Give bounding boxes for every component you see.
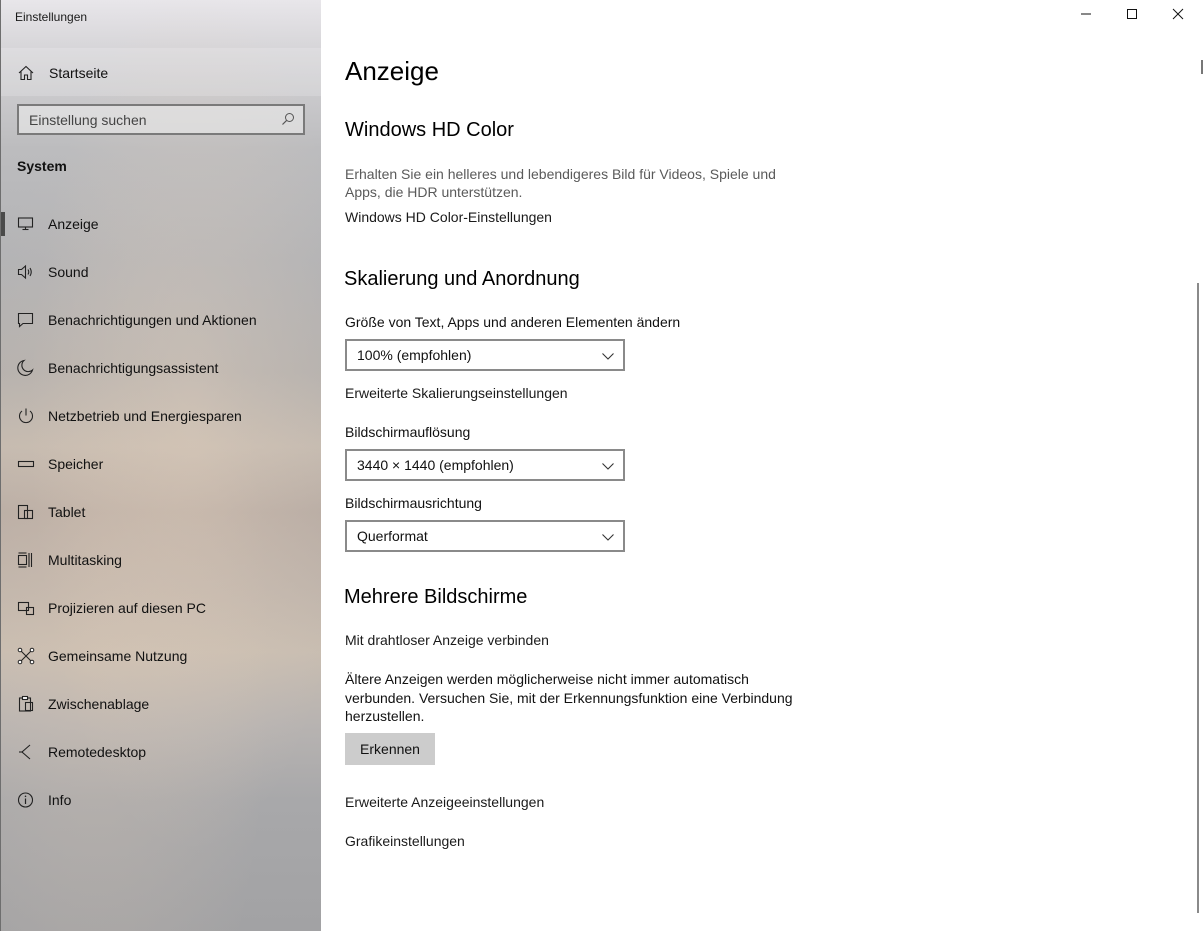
sidebar-item-label: Anzeige [48,216,99,232]
sidebar-item-speicher[interactable]: Speicher [0,440,321,488]
sidebar-item-label: Multitasking [48,552,122,568]
section-label: System [17,158,67,174]
active-indicator [0,212,5,236]
project-icon [17,599,35,617]
chevron-down-icon [601,349,615,367]
sidebar-item-multitasking[interactable]: Multitasking [0,536,321,584]
sidebar-item-label: Projizieren auf diesen PC [48,600,206,616]
page-title: Anzeige [345,56,439,86]
sidebar-item-netzbetrieb[interactable]: Netzbetrieb und Energiesparen [0,392,321,440]
chevron-down-icon [601,530,615,548]
orientation-dropdown[interactable]: Querformat [345,520,625,552]
speaker-icon [17,263,35,281]
resolution-dropdown[interactable]: 3440 × 1440 (empfohlen) [345,449,625,481]
storage-icon [17,455,35,473]
size-label: Größe von Text, Apps und anderen Element… [345,314,681,330]
sidebar: Einstellungen Startseite System Anzeige … [0,0,321,931]
sidebar-item-label: Tablet [48,504,86,520]
close-button[interactable] [1155,0,1201,32]
close-icon [1172,7,1184,25]
orientation-value: Querformat [357,528,428,544]
moon-icon [17,359,35,377]
sidebar-item-label: Gemeinsame Nutzung [48,648,188,664]
sidebar-item-label: Remotedesktop [48,744,147,760]
notification-icon [17,311,35,329]
hdr-heading: Windows HD Color [345,119,514,141]
power-icon [17,407,35,425]
search-icon[interactable] [281,112,295,131]
sidebar-item-benachrichtigungen[interactable]: Benachrichtigungen und Aktionen [0,296,321,344]
resolution-value: 3440 × 1440 (empfohlen) [357,457,514,473]
sidebar-item-label: Speicher [48,456,104,472]
sidebar-item-label: Zwischenablage [48,696,150,712]
detect-note: Ältere Anzeigen werden möglicherweise ni… [345,671,793,724]
search-box[interactable] [17,104,305,135]
sidebar-item-projizieren[interactable]: Projizieren auf diesen PC [0,584,321,632]
advanced-display-link[interactable]: Erweiterte Anzeigeeinstellungen [345,794,544,810]
remote-desktop-icon [17,743,35,761]
detect-button[interactable]: Erkennen [345,733,435,765]
sidebar-item-gemeinsame-nutzung[interactable]: Gemeinsame Nutzung [0,632,321,680]
window-title: Einstellungen [15,10,88,24]
minimize-button[interactable] [1063,0,1109,32]
home-label: Startseite [49,65,109,81]
info-icon [17,791,35,809]
sidebar-item-zwischenablage[interactable]: Zwischenablage [0,680,321,728]
sidebar-item-label: Netzbetrieb und Energiesparen [48,408,242,424]
home-icon [18,65,34,86]
monitor-icon [17,215,35,233]
tablet-icon [17,503,35,521]
sidebar-item-remotedesktop[interactable]: Remotedesktop [0,728,321,776]
sidebar-item-benachrichtigungsassistent[interactable]: Benachrichtigungsassistent [0,344,321,392]
graphics-settings-link[interactable]: Grafikeinstellungen [345,833,465,849]
hdr-description: Erhalten Sie ein helleres und lebendiger… [345,166,776,200]
hdr-settings-link[interactable]: Windows HD Color-Einstellungen [345,209,552,225]
sidebar-item-label: Benachrichtigungsassistent [48,360,219,376]
multitasking-icon [17,551,35,569]
home-button[interactable]: Startseite [0,48,321,96]
advanced-scaling-link[interactable]: Erweiterte Skalierungseinstellungen [345,385,568,401]
sidebar-item-label: Sound [48,264,89,280]
share-icon [17,647,35,665]
sidebar-item-tablet[interactable]: Tablet [0,488,321,536]
sidebar-item-anzeige[interactable]: Anzeige [0,200,321,248]
sidebar-item-info[interactable]: Info [0,776,321,824]
maximize-icon [1126,7,1138,25]
chevron-down-icon [601,459,615,477]
wireless-display-link[interactable]: Mit drahtloser Anzeige verbinden [345,632,549,648]
minimize-icon [1080,7,1092,25]
scrollbar[interactable] [1197,283,1199,913]
clipboard-icon [17,695,35,713]
orientation-label: Bildschirmausrichtung [345,495,482,511]
scale-value: 100% (empfohlen) [357,347,472,363]
sidebar-item-sound[interactable]: Sound [0,248,321,296]
resolution-label: Bildschirmauflösung [345,424,471,440]
sidebar-item-label: Benachrichtigungen und Aktionen [48,312,257,328]
maximize-button[interactable] [1109,0,1155,32]
scale-dropdown[interactable]: 100% (empfohlen) [345,339,625,371]
search-input[interactable] [19,106,303,133]
scaling-heading: Skalierung und Anordnung [344,268,580,290]
sidebar-item-label: Info [48,792,72,808]
multi-display-heading: Mehrere Bildschirme [344,586,528,608]
main-content: Anzeige Windows HD Color Erhalten Sie ei… [321,0,1203,931]
